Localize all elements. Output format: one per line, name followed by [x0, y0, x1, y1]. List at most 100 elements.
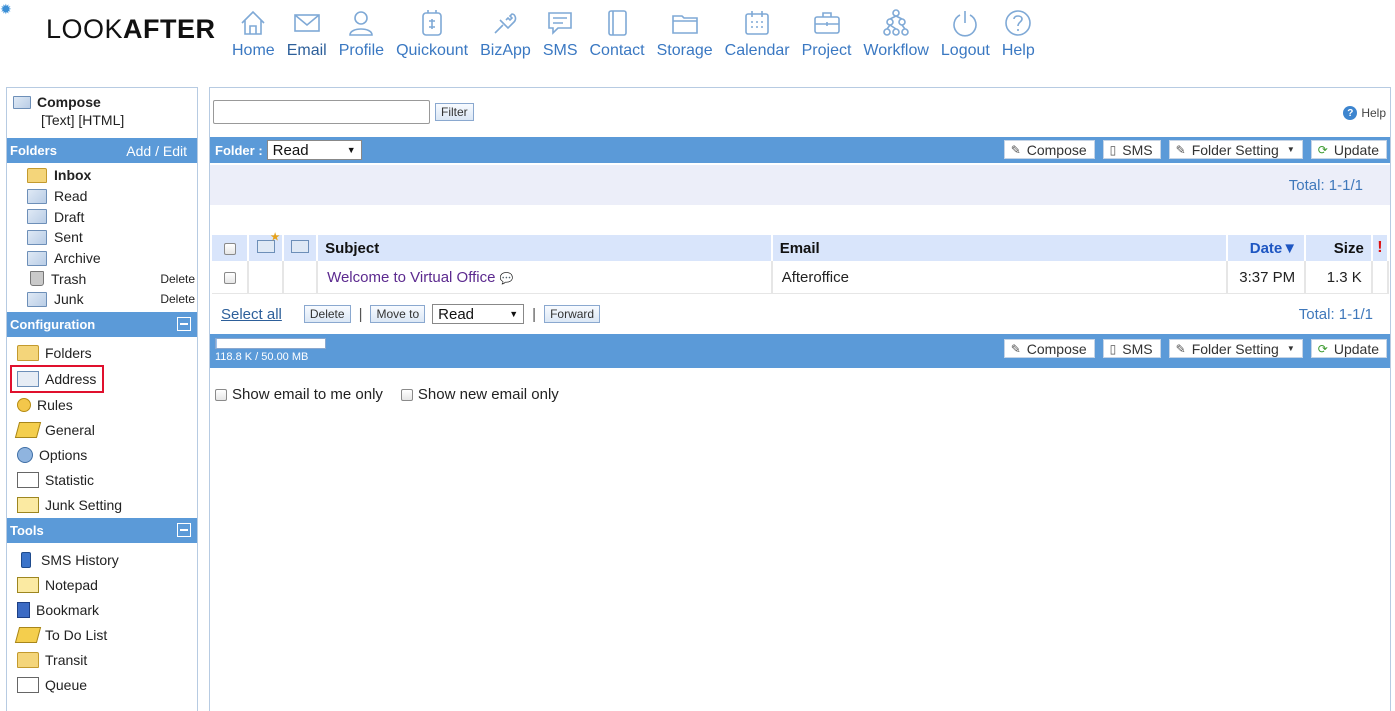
forward-button[interactable]: Forward [544, 305, 601, 323]
tool-item-queue[interactable]: Queue [7, 673, 197, 698]
nav-sms[interactable]: SMS [537, 8, 584, 60]
move-target-value: Read [438, 305, 475, 323]
nav-calendar[interactable]: Calendar [719, 8, 796, 60]
calendar-icon [745, 11, 769, 35]
sms-button[interactable]: ▯ SMS [1102, 140, 1161, 159]
junk-delete-link[interactable]: Delete [160, 292, 195, 306]
config-item-address[interactable]: Address [10, 365, 104, 393]
sms-button-label: SMS [1122, 141, 1153, 158]
email-subject-link[interactable]: Welcome to Virtual Office [327, 269, 495, 286]
folder-item-junk[interactable]: Junk Delete [7, 289, 197, 310]
show-to-me-only-checkbox[interactable] [215, 388, 227, 401]
row-status-cell [249, 261, 284, 294]
size-column-header[interactable]: Size [1306, 235, 1373, 261]
tool-item-todo[interactable]: To Do List [7, 623, 197, 648]
date-column-header[interactable]: Date▼ [1228, 235, 1307, 261]
folders-add-edit-link[interactable]: Add / Edit [126, 143, 193, 159]
folder-item-trash[interactable]: Trash Delete [7, 268, 197, 289]
app-logo[interactable]: LOOKAFTER [46, 14, 216, 45]
config-label: Junk Setting [45, 497, 123, 514]
archive-icon [27, 250, 47, 266]
folder-setting-button[interactable]: ✎ Folder Setting ▼ [1168, 140, 1303, 159]
trash-delete-link[interactable]: Delete [160, 272, 195, 286]
move-to-button[interactable]: Move to [370, 305, 426, 323]
nav-home[interactable]: Home [226, 8, 281, 60]
config-item-junk-setting[interactable]: Junk Setting [7, 493, 197, 518]
nav-help[interactable]: Help [996, 8, 1041, 60]
caret-down-icon: ▼ [1286, 344, 1295, 353]
nav-workflow[interactable]: Workflow [857, 8, 935, 60]
row-subject-cell[interactable]: Welcome to Virtual Office 💬 [318, 261, 773, 294]
nav-email[interactable]: Email [281, 8, 333, 60]
nav-label: SMS [542, 42, 578, 59]
sms-button[interactable]: ▯ SMS [1102, 339, 1161, 358]
folder-item-sent[interactable]: Sent [7, 227, 197, 248]
select-all-checkbox-cell[interactable] [212, 235, 250, 261]
subject-column-header[interactable]: Subject [318, 235, 773, 261]
filter-button[interactable]: Filter [435, 103, 474, 121]
nav-logout[interactable]: Logout [935, 8, 996, 60]
compose-html-link[interactable]: [HTML] [78, 112, 124, 128]
compose-button[interactable]: ✎ Compose [1003, 140, 1095, 159]
row-sender-cell: Afteroffice [772, 261, 1229, 294]
help-label: Help [1361, 106, 1386, 120]
select-all-link[interactable]: Select all [221, 306, 282, 323]
row-checkbox-cell[interactable] [212, 261, 250, 294]
tool-label: SMS History [41, 551, 119, 568]
tool-item-sms-history[interactable]: SMS History [7, 547, 197, 572]
help-link[interactable]: ? Help [1343, 106, 1386, 120]
tool-item-notepad[interactable]: Notepad [7, 572, 197, 597]
folder-setting-button[interactable]: ✎ Folder Setting ▼ [1168, 339, 1303, 358]
update-button-label: Update [1333, 141, 1379, 158]
nav-profile[interactable]: Profile [333, 8, 390, 60]
attachment-column-header[interactable] [283, 235, 319, 261]
config-item-options[interactable]: Options [7, 442, 197, 467]
show-to-me-only-option[interactable]: Show email to me only [215, 386, 383, 403]
collapse-icon[interactable] [177, 523, 191, 538]
config-label: Statistic [45, 472, 95, 489]
nav-quickount[interactable]: Quickount [390, 8, 474, 60]
nav-label: Home [232, 42, 275, 59]
compose-box: Compose [Text] [HTML] [7, 88, 197, 138]
tool-item-transit[interactable]: Transit [7, 648, 197, 673]
header-checkbox[interactable] [223, 242, 236, 255]
folder-item-draft[interactable]: Draft [7, 206, 197, 227]
compose-text-link[interactable]: [Text] [41, 112, 74, 128]
folder-label: Archive [54, 250, 101, 267]
priority-column-header[interactable]: ! [1372, 235, 1389, 261]
config-item-rules[interactable]: Rules [7, 392, 197, 417]
folder-item-archive[interactable]: Archive [7, 248, 197, 269]
bottom-toolbar-actions: ✎ Compose ▯ SMS ✎ Folder Setting ▼ ⟳ Update [1003, 339, 1387, 358]
folder-select[interactable]: Read ▼ [266, 140, 362, 160]
table-row[interactable]: Welcome to Virtual Office 💬 Afteroffice 3… [212, 261, 1389, 294]
nav-label: Project [801, 42, 852, 59]
queue-icon [17, 677, 39, 694]
bulk-action-row: Select all Delete | Move to Read ▼ | Forw… [221, 304, 1389, 324]
nav-project[interactable]: Project [796, 8, 858, 60]
row-checkbox[interactable] [223, 271, 236, 284]
show-new-only-option[interactable]: Show new email only [400, 386, 559, 403]
collapse-icon[interactable] [177, 317, 191, 332]
update-button[interactable]: ⟳ Update [1310, 339, 1387, 358]
tool-label: Queue [45, 677, 88, 694]
sms-history-icon [21, 551, 31, 568]
compose-link[interactable]: Compose [37, 94, 101, 110]
nav-storage[interactable]: Storage [651, 8, 719, 60]
compose-button[interactable]: ✎ Compose [1003, 339, 1095, 358]
email-column-header[interactable]: Email [772, 235, 1229, 261]
config-item-statistic[interactable]: Statistic [7, 468, 197, 493]
move-target-select[interactable]: Read ▼ [432, 304, 525, 324]
status-column-header[interactable] [249, 232, 284, 261]
config-item-folders[interactable]: Folders [7, 341, 197, 366]
config-item-general[interactable]: General [7, 417, 197, 442]
folder-item-inbox[interactable]: Inbox [7, 165, 197, 186]
update-button[interactable]: ⟳ Update [1310, 140, 1387, 159]
delete-button[interactable]: Delete [303, 305, 351, 323]
show-new-only-checkbox[interactable] [400, 388, 413, 401]
folder-item-read[interactable]: Read [7, 186, 197, 207]
nav-bizapp[interactable]: BizApp [474, 8, 537, 60]
tool-item-bookmark[interactable]: Bookmark [7, 597, 197, 622]
filter-input[interactable] [213, 100, 430, 124]
nav-contact[interactable]: Contact [583, 8, 650, 60]
total-text: Total: 1-1/1 [1288, 176, 1363, 194]
